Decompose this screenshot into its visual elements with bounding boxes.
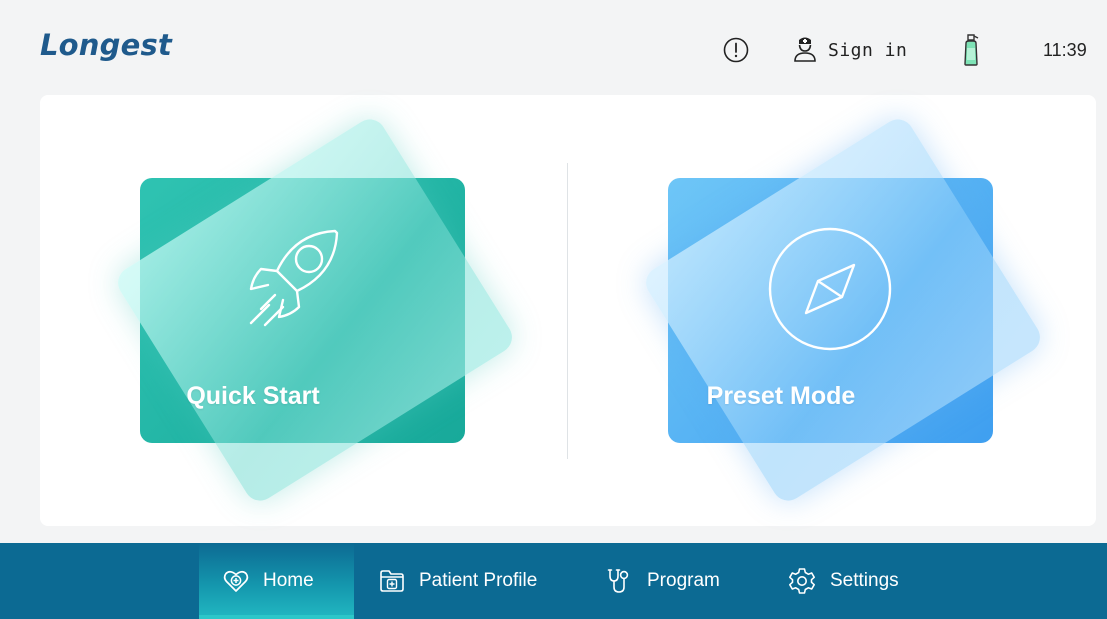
medical-folder-icon xyxy=(379,569,405,593)
heart-medical-icon xyxy=(223,569,249,593)
preset-mode-card[interactable]: Preset Mode xyxy=(608,113,1046,507)
panel-divider xyxy=(567,163,568,459)
nav-label-home: Home xyxy=(263,570,314,591)
spray-bottle-icon xyxy=(960,33,982,72)
clock: 11:39 xyxy=(1043,40,1087,60)
bottom-nav: Home Patient Profile Program Settings xyxy=(0,543,1107,619)
disinfectant-button[interactable] xyxy=(960,33,982,72)
nav-item-home[interactable]: Home xyxy=(199,543,354,619)
main-panel: Quick Start Preset Mode xyxy=(40,95,1096,526)
stethoscope-icon xyxy=(607,567,633,595)
sign-in-button[interactable]: Sign in xyxy=(792,34,907,67)
alert-button[interactable] xyxy=(722,36,750,69)
preset-mode-label: Preset Mode xyxy=(706,382,856,410)
compass-icon xyxy=(768,227,892,356)
nav-label-program: Program xyxy=(647,570,720,591)
alert-circle-icon xyxy=(722,36,750,69)
gear-icon xyxy=(788,567,816,595)
nav-label-settings: Settings xyxy=(830,570,899,591)
quick-start-label: Quick Start xyxy=(186,382,320,410)
brand-logo: Longest xyxy=(40,28,172,62)
sign-in-label: Sign in xyxy=(828,40,908,61)
nav-label-patient-profile: Patient Profile xyxy=(419,570,538,591)
app-window: Longest Sign in 11:39 Quick Start Preset… xyxy=(0,0,1107,619)
quick-start-card[interactable]: Quick Start xyxy=(80,113,518,507)
nav-item-settings[interactable]: Settings xyxy=(788,543,899,619)
header: Longest Sign in 11:39 xyxy=(0,0,1107,95)
nav-item-program[interactable]: Program xyxy=(607,543,720,619)
rocket-icon xyxy=(235,223,345,358)
nav-item-patient-profile[interactable]: Patient Profile xyxy=(379,543,537,619)
nurse-icon xyxy=(792,34,818,67)
